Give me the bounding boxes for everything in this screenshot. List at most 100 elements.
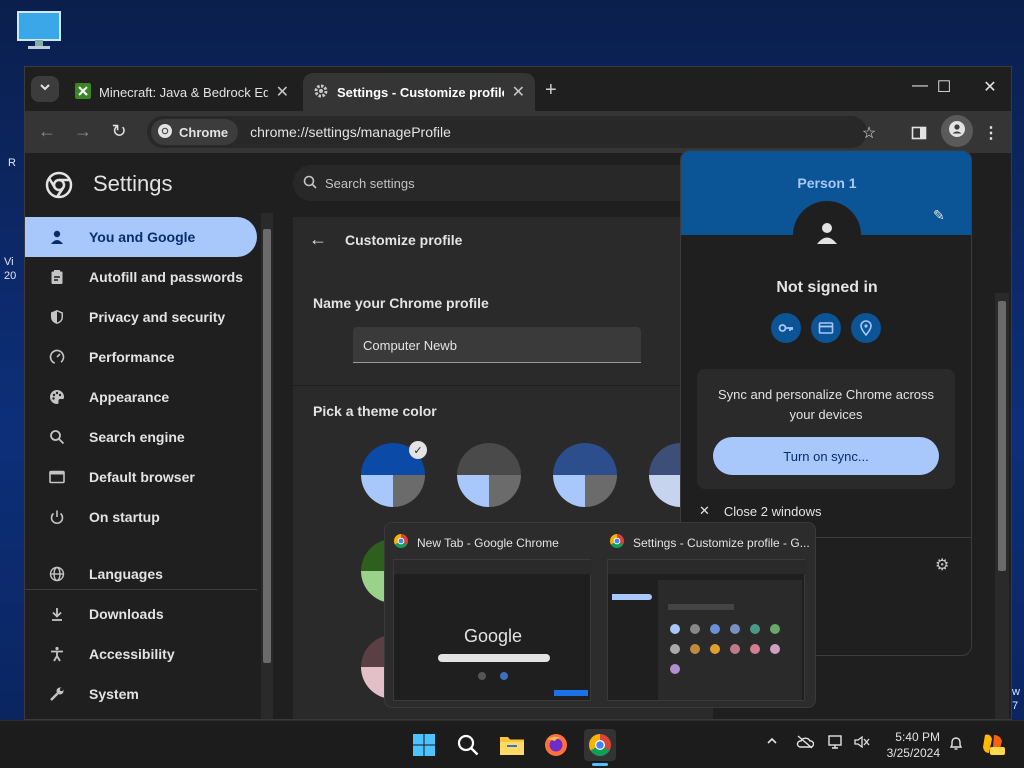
volume-muted-icon[interactable]: [854, 735, 870, 752]
sidebar-item-performance[interactable]: Performance: [25, 337, 257, 377]
notification-bell-icon[interactable]: [948, 735, 964, 754]
thumbnail-dot: [730, 644, 740, 654]
thumbnail-settings[interactable]: [607, 559, 806, 701]
close-windows-item[interactable]: ✕ Close 2 windows: [699, 503, 821, 519]
omnibox[interactable]: Chrome chrome://settings/manageProfile: [147, 116, 867, 148]
thumbnail-dot: [690, 624, 700, 634]
gauge-icon: [25, 349, 89, 365]
thumbnail-new-tab[interactable]: Google: [393, 559, 592, 701]
sign-in-status: Not signed in: [776, 279, 878, 296]
profile-button[interactable]: [941, 115, 973, 147]
selected-check-icon: ✓: [409, 441, 427, 459]
sidebar-item-accessibility[interactable]: Accessibility: [25, 634, 257, 674]
tab-settings[interactable]: Settings - Customize profile ✕: [303, 73, 535, 111]
close-icon: ✕: [699, 503, 710, 518]
this-pc-desktop-icon[interactable]: [16, 10, 62, 50]
show-hidden-icons-chevron-icon[interactable]: [766, 735, 778, 750]
page-title: Settings: [93, 171, 173, 196]
thumbnail-dot: [670, 624, 680, 634]
sidebar-item-privacy[interactable]: Privacy and security: [25, 297, 257, 337]
passwords-key-icon[interactable]: [771, 313, 801, 343]
sidebar-scrollbar[interactable]: [261, 213, 273, 719]
sync-description: Sync and personalize Chrome across your …: [717, 387, 935, 422]
search-icon[interactable]: [452, 729, 484, 761]
search-icon: [303, 175, 317, 192]
sidebar-item-downloads[interactable]: Downloads: [25, 594, 257, 634]
thumbnail-dot: [770, 644, 780, 654]
tab-minecraft[interactable]: Minecraft: Java & Bedrock Edit ✕: [65, 73, 299, 111]
theme-color-swatch[interactable]: [457, 443, 521, 507]
thumbnail-title-settings[interactable]: Settings - Customize profile - G...: [609, 533, 810, 552]
sidebar-item-search-engine[interactable]: Search engine: [25, 417, 257, 457]
close-windows-label: Close 2 windows: [723, 503, 822, 519]
clock-time: 5:40 PM: [895, 730, 940, 744]
sidebar-item-appearance[interactable]: Appearance: [25, 377, 257, 417]
turn-on-sync-button[interactable]: Turn on sync...: [713, 437, 939, 475]
page-scrollbar[interactable]: [995, 293, 1009, 719]
sidebar-item-system[interactable]: System: [25, 674, 257, 714]
active-app-indicator: [592, 763, 608, 766]
thumbnail-dot: [750, 644, 760, 654]
close-icon[interactable]: ✕: [276, 82, 289, 102]
sidebar-item-label: On startup: [89, 509, 160, 525]
search-input[interactable]: Search settings: [293, 165, 713, 201]
tab-label: Settings - Customize profile: [337, 84, 504, 100]
location-pin-icon[interactable]: [851, 313, 881, 343]
sidebar-item-autofill[interactable]: Autofill and passwords: [25, 257, 257, 297]
clipboard-icon: [25, 269, 89, 285]
onedrive-offline-icon[interactable]: [796, 735, 815, 752]
firefox-icon[interactable]: [540, 729, 572, 761]
url-text: chrome://settings/manageProfile: [250, 124, 451, 140]
sidebar-item-label: Performance: [89, 349, 175, 365]
toolbar: ← → ↻ Chrome chrome://settings/managePro…: [25, 111, 1011, 153]
thumbnail-title-new-tab[interactable]: New Tab - Google Chrome: [393, 533, 559, 552]
back-arrow-icon[interactable]: ←: [35, 121, 59, 142]
desktop-label-fragment: Vi: [4, 256, 14, 268]
chrome-logo-icon: [45, 171, 73, 204]
gear-icon[interactable]: ⚙: [935, 555, 949, 575]
new-tab-plus-icon[interactable]: +: [545, 79, 557, 102]
chrome-logo-icon: [609, 533, 625, 552]
profile-name-input[interactable]: Computer Newb: [353, 327, 641, 363]
windows-start-icon[interactable]: [408, 729, 440, 761]
tab-search-button[interactable]: [31, 76, 59, 102]
profile-name: Person 1: [797, 175, 857, 191]
shield-icon: [25, 309, 89, 325]
chrome-logo-icon: [393, 533, 409, 552]
window-close-icon[interactable]: ✕: [975, 77, 1005, 97]
thumbnail-title: Settings - Customize profile - G...: [633, 535, 810, 550]
reload-icon[interactable]: ↻: [107, 121, 131, 142]
more-options-icon[interactable]: ⋮: [979, 121, 1003, 145]
wrench-icon: [25, 686, 89, 702]
network-icon[interactable]: [828, 735, 844, 752]
search-icon: [25, 429, 89, 445]
card-header: ← Customize profile: [309, 229, 462, 250]
sidebar-item-label: You and Google: [89, 229, 196, 245]
taskbar: 5:40 PM 3/25/2024: [0, 720, 1024, 768]
system-clock[interactable]: 5:40 PM 3/25/2024: [884, 729, 940, 761]
desktop-label-fragment: 7: [1012, 700, 1019, 712]
sidebar-item-label: Languages: [89, 566, 163, 582]
thumbnail-dot: [750, 624, 760, 634]
sidebar-item-on-startup[interactable]: On startup: [25, 497, 257, 537]
forward-arrow-icon[interactable]: →: [71, 121, 95, 142]
sidebar-item-you-and-google[interactable]: You and Google: [25, 217, 257, 257]
copilot-preview-icon[interactable]: [980, 731, 1006, 760]
theme-color-swatch[interactable]: [553, 443, 617, 507]
avatar: [793, 201, 861, 269]
close-icon[interactable]: ✕: [512, 82, 525, 102]
taskbar-thumbnail-preview: New Tab - Google Chrome Settings - Custo…: [384, 522, 816, 708]
site-info-chip[interactable]: Chrome: [151, 119, 239, 145]
chrome-taskbar-icon[interactable]: [584, 729, 616, 761]
maximize-icon[interactable]: ☐: [929, 77, 959, 97]
bookmark-star-icon[interactable]: ☆: [857, 121, 881, 145]
sidebar-item-label: Appearance: [89, 389, 170, 405]
pencil-edit-icon[interactable]: ✎: [933, 207, 945, 224]
payment-card-icon[interactable]: [811, 313, 841, 343]
side-panel-icon[interactable]: [907, 121, 931, 145]
back-arrow-icon[interactable]: ←: [309, 229, 327, 250]
file-explorer-icon[interactable]: [496, 729, 528, 761]
sidebar-item-default-browser[interactable]: Default browser: [25, 457, 257, 497]
sidebar-item-languages[interactable]: Languages: [25, 554, 257, 594]
chip-label: Chrome: [179, 124, 229, 140]
